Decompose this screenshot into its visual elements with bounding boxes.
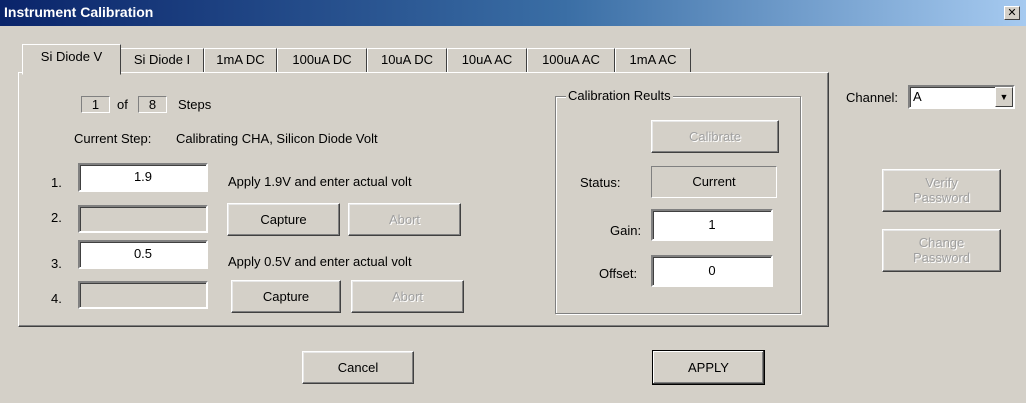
tab-panel <box>18 72 829 327</box>
tab-si-diode-v[interactable]: Si Diode V <box>22 44 121 75</box>
tab-10ua-ac[interactable]: 10uA AC <box>447 48 527 73</box>
channel-select[interactable]: A ▼ <box>908 85 1015 109</box>
tab-10ua-dc[interactable]: 10uA DC <box>367 48 447 73</box>
change-password-line1: Change <box>918 235 965 250</box>
calibration-window: Instrument Calibration ✕ Si Diode V Si D… <box>0 0 1026 403</box>
tab-1ma-ac[interactable]: 1mA AC <box>615 48 691 73</box>
tab-100ua-dc[interactable]: 100uA DC <box>277 48 367 73</box>
apply-button[interactable]: APPLY <box>652 350 765 385</box>
channel-label: Channel: <box>846 90 899 105</box>
cancel-button[interactable]: Cancel <box>302 351 414 384</box>
close-icon[interactable]: ✕ <box>1004 6 1020 20</box>
chevron-down-icon[interactable]: ▼ <box>995 87 1013 107</box>
verify-password-button: Verify Password <box>882 169 1001 212</box>
tab-si-diode-i[interactable]: Si Diode I <box>120 48 204 73</box>
change-password-line2: Password <box>912 250 971 265</box>
title-bar: Instrument Calibration <box>0 0 1026 26</box>
channel-value: A <box>913 89 922 104</box>
tab-100ua-ac[interactable]: 100uA AC <box>527 48 615 73</box>
verify-password-line1: Verify <box>925 175 958 190</box>
tab-1ma-dc[interactable]: 1mA DC <box>204 48 277 73</box>
change-password-button: Change Password <box>882 229 1001 272</box>
verify-password-line2: Password <box>912 190 971 205</box>
window-title: Instrument Calibration <box>4 4 154 20</box>
